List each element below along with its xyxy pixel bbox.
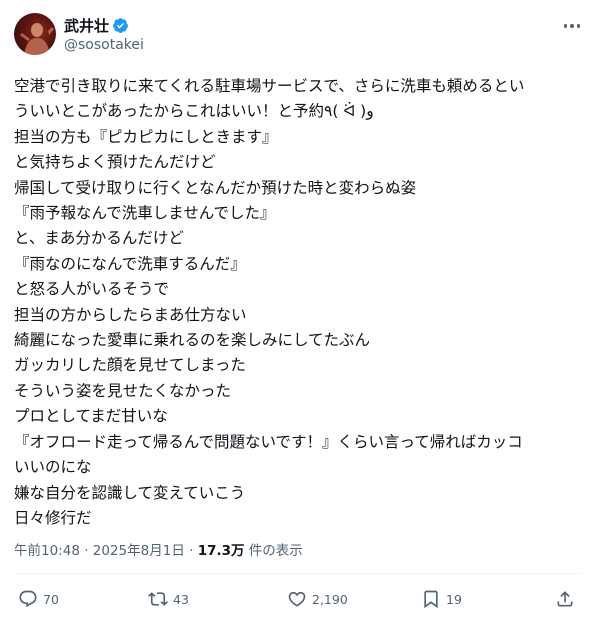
reply-icon [19,590,37,608]
tweet-text-line: 『雨予報なんで洗車しませんでした』 [14,204,276,223]
like-button[interactable]: 2,190 [287,588,348,610]
views-count: 17.3万 [197,543,245,559]
tweet-card: 武井壮 @sosotakei 空港で引き取りに来てくれる駐車場サービスで、さらに… [0,0,594,621]
reply-count: 70 [43,591,59,607]
tweet-meta: 午前10:48 · 2025年8月1日 · 17.3万 件の表示 [14,539,303,559]
divider [14,573,580,574]
avatar[interactable] [14,13,56,55]
repost-count: 43 [173,591,189,607]
tweet-text-line: 担当の方も『ピカピカにしときます』 [14,127,278,146]
tweet-date[interactable]: 2025年8月1日 [93,543,185,559]
tweet-text-line: ガッカリした顔を見せてしまった [14,356,246,375]
verified-badge-icon [113,17,128,33]
tweet-text-line: と、まあ分かるんだけど [14,229,184,248]
tweet-text-line: と気持ちよく預けたんだけど [14,153,216,172]
tweet-text-line: 空港で引き取りに来てくれる駐車場サービスで、さらに洗車も頼めるとい [14,77,525,95]
tweet-text-line: 『雨なのになんで洗車するんだ』 [14,254,246,273]
tweet-text-line: 嫌な自分を認識して変えていこう [14,483,246,502]
tweet-text-line: そういう姿を見せたくなかった [14,381,232,400]
author-display-name[interactable]: 武井壮 [64,15,109,36]
tweet-text-line: プロとしてまだ甘いな [14,407,168,426]
tweet-text-line: 『オフロード走って帰るんで問題ないです！』くらい言って帰ればカッコ [14,432,523,451]
tweet-text: 空港で引き取りに来てくれる駐車場サービスで、さらに洗車も頼めるとい ういいとこがあ… [14,74,584,531]
repost-button[interactable]: 43 [148,588,189,610]
tweet-text-line: 日々修行だ [14,508,92,527]
repost-icon [148,592,168,606]
tweet-text-line: 綺麗になった愛車に乗れるのを楽しみにしてたぶん [14,331,371,350]
share-button[interactable] [555,588,575,610]
avatar-photo-icon [20,23,54,55]
author-handle[interactable]: @sosotakei [64,37,144,53]
tweet-text-line: ういいとこがあったからこれはいい！と予約٩( ᐛ )و [14,102,374,121]
tweet-text-line: と怒る人がいるそうで [14,280,170,299]
share-icon [557,591,573,607]
views-label: 件の表示 [244,543,303,559]
tweet-text-line: いいのにな [14,458,92,477]
tweet-text-line: 帰国して受け取りに行くとなんだか預けた時と変わらぬ姿 [14,178,417,197]
bookmark-button[interactable]: 19 [421,588,462,610]
meta-separator-2: · [184,543,198,559]
heart-icon [288,591,306,607]
meta-separator: · [79,543,93,559]
more-options-icon[interactable] [560,14,584,38]
reply-button[interactable]: 70 [18,588,59,610]
like-count: 2,190 [312,591,348,607]
tweet-time[interactable]: 午前10:48 [14,543,80,559]
author-name-row: 武井壮 [64,14,129,36]
tweet-text-line: 担当の方からしたらまあ仕方ない [14,305,247,324]
bookmark-icon [424,590,438,609]
bookmark-count: 19 [446,591,462,607]
